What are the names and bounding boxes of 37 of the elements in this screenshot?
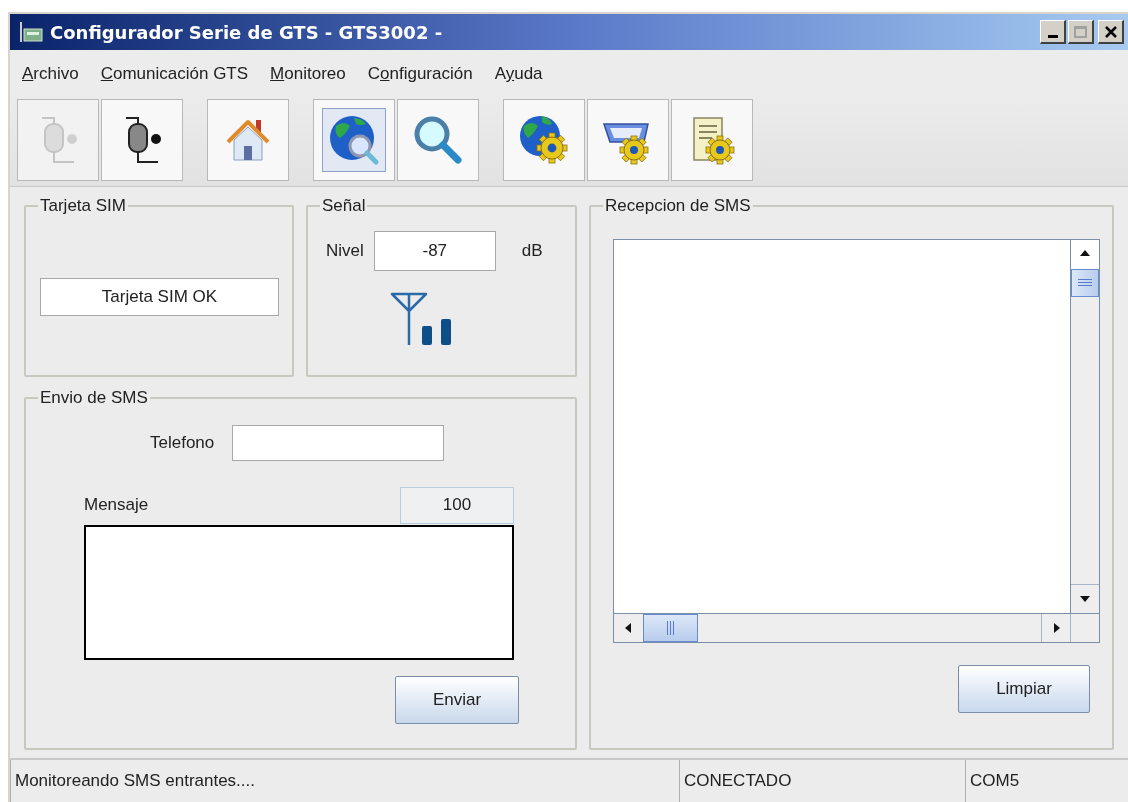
maximize-button[interactable] bbox=[1068, 20, 1094, 44]
group-title: Señal bbox=[321, 195, 367, 217]
phone-input[interactable] bbox=[232, 424, 445, 461]
group-title: Tarjeta SIM bbox=[39, 195, 127, 217]
window-title: Configurador Serie de GTS - GTS3002 - bbox=[50, 20, 443, 45]
level-label: Nivel bbox=[326, 239, 364, 262]
scrollbar-thumb[interactable] bbox=[1071, 268, 1099, 297]
menu-item[interactable]: Comunicación GTS bbox=[100, 61, 249, 87]
status-cell: CONECTADO bbox=[679, 760, 965, 802]
group-title: Envio de SMS bbox=[39, 387, 149, 409]
vertical-scrollbar[interactable] bbox=[1070, 239, 1099, 613]
status-cell: COM5 bbox=[965, 760, 1128, 802]
close-button[interactable] bbox=[1098, 20, 1124, 44]
character-counter: 100 bbox=[400, 486, 514, 524]
status-cell: Monitoreando SMS entrantes.... bbox=[10, 760, 679, 802]
message-label: Mensaje bbox=[84, 494, 149, 516]
clear-button[interactable]: Limpiar bbox=[958, 664, 1090, 713]
menu-item[interactable]: Configuración bbox=[367, 61, 473, 87]
menu-item[interactable]: Monitoreo bbox=[270, 61, 346, 87]
close-icon bbox=[1104, 25, 1117, 38]
minimize-button[interactable] bbox=[1040, 20, 1066, 44]
message-input[interactable] bbox=[84, 524, 514, 660]
minimize-icon bbox=[1047, 35, 1058, 38]
send-button[interactable]: Enviar bbox=[395, 675, 519, 724]
group-title: Recepcion de SMS bbox=[604, 195, 752, 217]
unit-label: dB bbox=[521, 239, 543, 262]
maximize-icon bbox=[1074, 25, 1087, 38]
level-field: -87 bbox=[373, 230, 496, 271]
app-icon bbox=[18, 21, 44, 43]
scroll-up-button[interactable] bbox=[1071, 239, 1099, 269]
toolbar-button[interactable] bbox=[101, 99, 183, 181]
sim-status-field: Tarjeta SIM OK bbox=[40, 277, 279, 316]
menu-item[interactable]: Archivo bbox=[22, 61, 79, 87]
menu-item[interactable]: Ayuda bbox=[494, 61, 543, 87]
scrollbar-thumb[interactable] bbox=[643, 613, 698, 642]
phone-label: Telefono bbox=[150, 431, 215, 454]
signal-strength-icon bbox=[390, 290, 454, 347]
